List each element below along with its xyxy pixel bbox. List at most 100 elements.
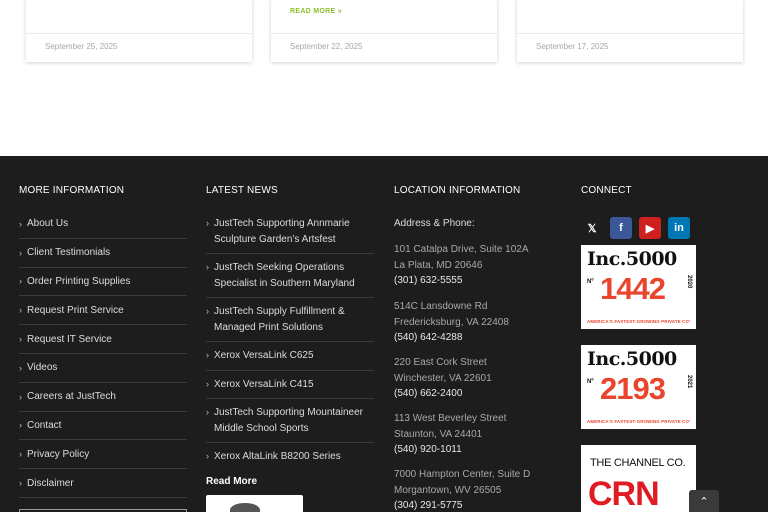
badge-tagline: AMERICA'S FASTEST-GROWING PRIVATE CO' (587, 419, 691, 424)
chevron-right-icon: › (206, 378, 209, 389)
card-divider (517, 33, 743, 34)
chevron-right-icon: › (19, 391, 22, 402)
menu-item-privacy-policy[interactable]: › Privacy Policy (19, 440, 187, 470)
address-line: 7000 Hampton Center, Suite D (394, 469, 531, 480)
menu-item-request-it-service[interactable]: › Request IT Service (19, 325, 187, 354)
thumbnail-graphic (230, 503, 260, 512)
location-entry: 7000 Hampton Center, Suite D Morgantown,… (394, 467, 530, 512)
inc5000-badge-2021[interactable]: Inc.5000 Nº 2193 2021 AMERICA'S FASTEST-… (581, 345, 696, 429)
news-item[interactable]: › JustTech Supporting Annmarie Sculpture … (206, 210, 374, 254)
chevron-right-icon: › (206, 306, 209, 316)
location-entry: 514C Lansdowne Rd Fredericksburg, VA 224… (394, 299, 509, 346)
address-line: Winchester, VA 22601 (394, 372, 492, 384)
post-card[interactable]: September 25, 2025 (26, 0, 252, 62)
card-divider (271, 33, 497, 34)
badge-year: 2021 (686, 375, 692, 389)
menu-item-label: Order Printing Supplies (27, 275, 131, 287)
menu-item-label: Privacy Policy (27, 448, 90, 460)
chevron-right-icon: › (19, 420, 22, 431)
post-card[interactable]: September 17, 2025 (517, 0, 743, 62)
news-item[interactable]: › Xerox AltaLink B8200 Series (206, 443, 374, 471)
card-divider (26, 33, 252, 34)
crn-badge[interactable]: THE CHANNEL CO. CRN (581, 445, 696, 512)
read-more-link[interactable]: READ MORE » (290, 8, 342, 15)
phone-link[interactable]: (540) 642-4288 (394, 330, 509, 346)
linkedin-icon[interactable]: in (668, 217, 690, 239)
address-line: Staunton, VA 24401 (394, 428, 483, 440)
news-item[interactable]: › JustTech Supply Fulfillment & Managed P… (206, 298, 374, 342)
post-card[interactable]: READ MORE » September 22, 2025 (271, 0, 497, 62)
chevron-right-icon: › (19, 362, 22, 373)
badge-rank: 2193 (600, 371, 666, 406)
scroll-to-top-button[interactable]: ⌃ (689, 490, 719, 512)
more-info-menu: › About Us › Client Testimonials › Order Pr… (19, 210, 187, 498)
location-entry: 113 West Beverley Street Staunton, VA 24… (394, 411, 506, 458)
chevron-right-icon: › (19, 478, 22, 489)
menu-item-label: Contact (27, 419, 62, 431)
youtube-icon[interactable]: ▶ (639, 217, 661, 239)
connect-title: CONNECT (581, 185, 632, 196)
post-date: September 17, 2025 (536, 42, 609, 51)
phone-link[interactable]: (540) 920-1011 (394, 442, 506, 458)
x-icon[interactable]: 𝕏 (581, 217, 603, 239)
social-links: 𝕏 f ▶ in (581, 217, 690, 239)
chevron-right-icon: › (206, 407, 209, 417)
read-more-link[interactable]: Read More (206, 476, 257, 487)
news-item-label: JustTech Supply Fulfillment & Managed Pr… (214, 306, 345, 333)
badge-rank: 1442 (600, 271, 666, 306)
menu-item-disclaimer[interactable]: › Disclaimer (19, 469, 187, 498)
menu-item-label: Request Print Service (27, 304, 124, 316)
news-item-label: JustTech Supporting Annmarie Sculpture G… (214, 218, 350, 245)
menu-item-client-testimonials[interactable]: › Client Testimonials (19, 239, 187, 268)
chevron-right-icon: › (19, 218, 22, 229)
menu-item-careers[interactable]: › Careers at JustTech (19, 383, 187, 412)
news-item[interactable]: › JustTech Seeking Operations Specialist … (206, 254, 374, 298)
news-item-label: Xerox VersaLink C625 (214, 350, 314, 361)
badge-brand: Inc.5000 (587, 248, 677, 270)
chevron-right-icon: › (206, 262, 209, 272)
address-line: Morgantown, WV 26505 (394, 484, 502, 496)
latest-news-list: › JustTech Supporting Annmarie Sculpture … (206, 210, 374, 471)
location-entry: 220 East Cork Street Winchester, VA 2260… (394, 355, 492, 402)
chevron-right-icon: › (19, 305, 22, 316)
news-item[interactable]: › JustTech Supporting Mountaineer Middle … (206, 399, 374, 443)
inc5000-badge-2020[interactable]: Inc.5000 Nº 1442 2020 AMERICA'S FASTEST-… (581, 245, 696, 329)
address-line: 514C Lansdowne Rd (394, 301, 488, 312)
menu-item-label: Request IT Service (27, 333, 112, 345)
badge-no: Nº (587, 279, 594, 285)
menu-item-label: Videos (27, 362, 58, 374)
address-heading: Address & Phone: (394, 218, 475, 229)
news-thumbnail[interactable] (206, 495, 303, 512)
phone-link[interactable]: (301) 632-5555 (394, 273, 529, 289)
latest-news-title: LATEST NEWS (206, 185, 278, 196)
news-item[interactable]: › Xerox VersaLink C415 (206, 371, 374, 399)
news-item-label: JustTech Seeking Operations Specialist i… (214, 262, 355, 289)
site-footer: MORE INFORMATION › About Us › Client Testi… (0, 156, 768, 512)
post-date: September 25, 2025 (45, 42, 118, 51)
menu-item-videos[interactable]: › Videos (19, 354, 187, 383)
badge-no: Nº (587, 379, 594, 385)
phone-link[interactable]: (304) 291-5775 (394, 498, 530, 512)
menu-item-about-us[interactable]: › About Us (19, 210, 187, 239)
chevron-right-icon: › (206, 451, 209, 461)
menu-item-label: Careers at JustTech (27, 391, 116, 403)
badge-tagline: AMERICA'S FASTEST-GROWING PRIVATE CO' (587, 319, 691, 324)
facebook-icon[interactable]: f (610, 217, 632, 239)
badge-year: 2020 (686, 275, 692, 289)
crn-channel-text: THE CHANNEL CO. (590, 457, 686, 469)
news-item-label: Xerox VersaLink C415 (214, 378, 314, 390)
post-date: September 22, 2025 (290, 42, 363, 51)
menu-item-label: Client Testimonials (27, 247, 111, 259)
phone-link[interactable]: (540) 662-2400 (394, 386, 492, 402)
menu-item-order-printing-supplies[interactable]: › Order Printing Supplies (19, 268, 187, 297)
news-item-label: JustTech Supporting Mountaineer Middle S… (214, 407, 363, 434)
address-line: 101 Catalpa Drive, Suite 102A (394, 244, 529, 255)
chevron-right-icon: › (19, 276, 22, 287)
more-info-title: MORE INFORMATION (19, 185, 125, 196)
badge-brand: Inc.5000 (587, 348, 677, 370)
news-item[interactable]: › Xerox VersaLink C625 (206, 342, 374, 371)
related-posts-section: September 25, 2025 READ MORE » September… (0, 0, 768, 156)
menu-item-label: About Us (27, 218, 69, 230)
menu-item-request-print-service[interactable]: › Request Print Service (19, 296, 187, 326)
menu-item-contact[interactable]: › Contact (19, 412, 187, 441)
